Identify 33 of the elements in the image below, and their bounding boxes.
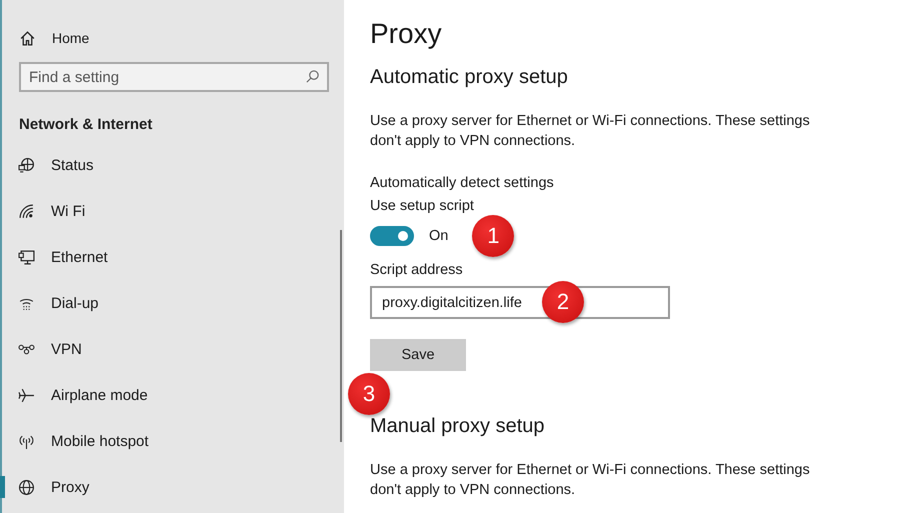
field-label: Script address: [370, 262, 463, 278]
callout-number: 3: [348, 373, 390, 415]
sidebar-item[interactable]: Proxy: [2, 464, 344, 510]
save-button[interactable]: Save: [370, 339, 466, 371]
callout-number: 1: [472, 215, 514, 257]
toggle-switch[interactable]: [370, 226, 414, 246]
section-heading: Automatic proxy setup: [370, 66, 568, 89]
scrollbar[interactable]: [340, 230, 342, 442]
sidebar-item[interactable]: Wi Fi: [2, 188, 344, 234]
wifi-icon: [18, 202, 35, 220]
search-icon: [305, 69, 320, 84]
description-text: Use a proxy server for Ethernet or Wi-Fi connections. These settings don't apply to VPN connections.: [370, 112, 811, 151]
sidebar-item[interactable]: Ethernet: [2, 234, 344, 280]
description-text: Use a proxy server for Ethernet or Wi-Fi connections. These settings don't apply to VPN connections.: [370, 461, 811, 500]
home-icon: [19, 30, 36, 46]
sidebar-item[interactable]: VPN: [2, 326, 344, 372]
sidebar-item[interactable]: Dial-up: [2, 280, 344, 326]
setting-label: Use setup script: [370, 198, 474, 214]
globe-icon: [18, 478, 35, 496]
sidebar-item[interactable]: Status: [2, 142, 344, 188]
airplane-icon: [18, 386, 35, 404]
sidebar-item[interactable]: Airplane mode: [2, 372, 344, 418]
page-title: Proxy: [370, 18, 442, 50]
monitor-icon: [18, 248, 35, 266]
section-heading: Manual proxy setup: [370, 415, 545, 438]
section-heading: Network & Internet: [19, 116, 152, 133]
home-link[interactable]: Home: [19, 28, 90, 48]
sidebar-item[interactable]: Mobile hotspot: [2, 418, 344, 464]
toggle-state: On: [429, 228, 448, 244]
setting-label: Automatically detect settings: [370, 175, 554, 191]
callout-number: 2: [542, 281, 584, 323]
globe-monitor-icon: [18, 156, 35, 174]
search-field[interactable]: Find a setting: [19, 62, 329, 92]
